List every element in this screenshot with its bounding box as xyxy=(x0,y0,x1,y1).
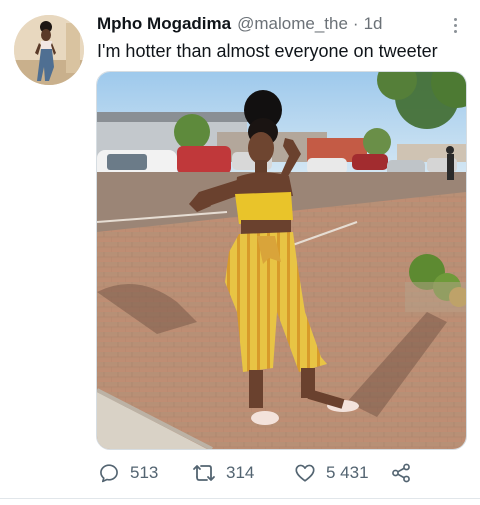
heart-icon xyxy=(295,464,315,482)
share-button[interactable] xyxy=(390,462,412,484)
user-handle[interactable]: @malome_the xyxy=(237,14,348,34)
like-button[interactable]: 5 431 xyxy=(294,462,390,484)
display-name[interactable]: Mpho Mogadima xyxy=(97,14,231,34)
reply-button[interactable]: 513 xyxy=(98,462,192,484)
tweet-text: I'm hotter than almost everyone on tweet… xyxy=(97,41,438,61)
header-separator: · xyxy=(352,14,359,33)
tweet-header: Mpho Mogadima @malome_the · 1d xyxy=(97,14,383,36)
avatar[interactable] xyxy=(14,15,84,85)
retweet-button[interactable]: 314 xyxy=(192,462,294,484)
tweet-card[interactable]: Mpho Mogadima @malome_the · 1d I'm hotte… xyxy=(0,0,480,500)
retweet-icon xyxy=(193,465,215,481)
tweet-photo[interactable] xyxy=(96,71,467,450)
share-icon xyxy=(392,463,410,483)
tweet-timestamp[interactable]: 1d xyxy=(364,14,383,34)
reply-count: 513 xyxy=(130,463,159,482)
reply-icon xyxy=(100,464,118,483)
more-icon[interactable] xyxy=(448,14,462,36)
tweet-actions: 513 314 5 431 xyxy=(98,460,412,486)
retweet-count: 314 xyxy=(226,463,255,482)
like-count: 5 431 xyxy=(326,463,369,482)
divider xyxy=(0,498,480,499)
